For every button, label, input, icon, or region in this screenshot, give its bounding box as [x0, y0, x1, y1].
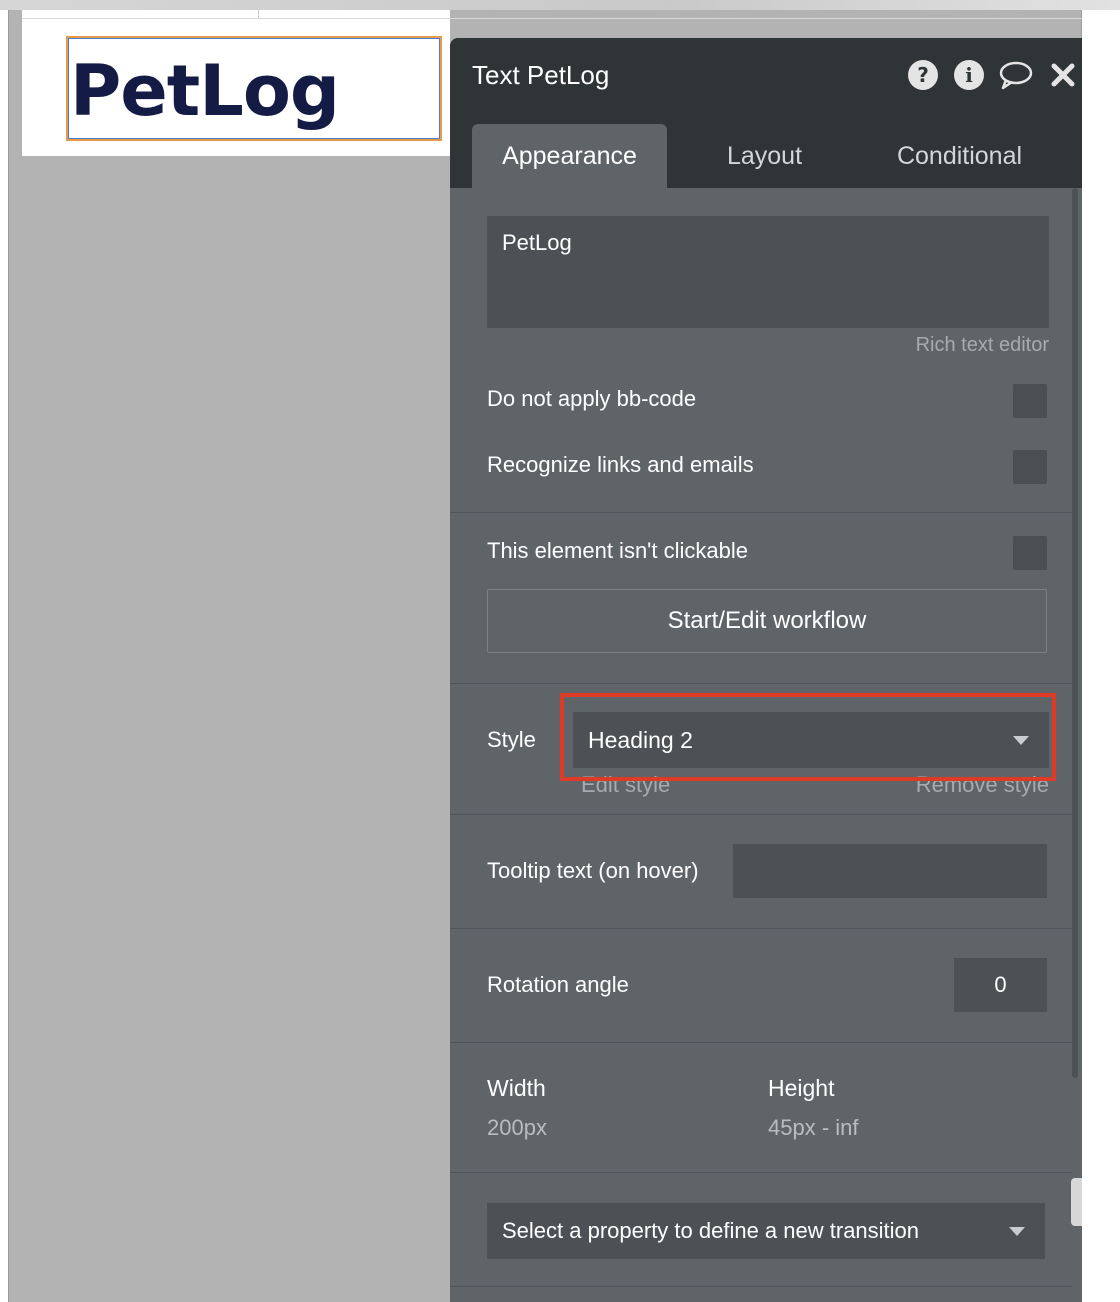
tooltip-input[interactable] — [733, 844, 1047, 898]
divider — [450, 1286, 1072, 1287]
tab-layout[interactable]: Layout — [672, 124, 857, 188]
tab-conditional[interactable]: Conditional — [862, 124, 1057, 188]
panel-title: Text PetLog — [472, 60, 610, 90]
links-emails-label: Recognize links and emails — [487, 452, 754, 477]
rotation-label: Rotation angle — [487, 972, 629, 997]
info-icon[interactable]: i — [954, 60, 984, 90]
divider — [450, 512, 1072, 513]
start-edit-workflow-button[interactable]: Start/Edit workflow — [487, 589, 1047, 653]
tab-appearance[interactable]: Appearance — [472, 124, 667, 188]
not-clickable-checkbox[interactable] — [1013, 536, 1047, 570]
comment-icon[interactable] — [998, 60, 1034, 90]
divider — [450, 1172, 1072, 1173]
divider — [450, 683, 1072, 684]
links-emails-checkbox[interactable] — [1013, 450, 1047, 484]
style-label: Style — [487, 727, 536, 752]
close-icon[interactable] — [1048, 60, 1078, 90]
bb-code-label: Do not apply bb-code — [487, 386, 697, 411]
rich-text-editor-link[interactable]: Rich text editor — [916, 334, 1049, 357]
panel-header: Text PetLog ? i — [450, 38, 1082, 112]
height-value: 45px - inf — [768, 1115, 859, 1140]
scroll-handle[interactable] — [1071, 1178, 1082, 1226]
top-strip — [0, 0, 1120, 10]
style-highlight-box — [560, 693, 1056, 781]
transition-placeholder: Select a property to define a new transi… — [502, 1218, 920, 1243]
transition-dropdown[interactable]: Select a property to define a new transi… — [487, 1203, 1045, 1259]
tabs-bar: Appearance Layout Conditional — [450, 112, 1082, 188]
height-label: Height — [768, 1075, 835, 1101]
help-icon[interactable]: ? — [908, 60, 938, 90]
width-value: 200px — [487, 1115, 547, 1140]
ruler-line — [22, 18, 1082, 19]
property-editor-panel: Text PetLog ? i Appearance Layout Condit… — [450, 38, 1082, 1302]
panel-scrollbar[interactable] — [1072, 188, 1078, 1078]
bb-code-checkbox[interactable] — [1013, 384, 1047, 418]
divider — [450, 814, 1072, 815]
tooltip-label: Tooltip text (on hover) — [487, 858, 699, 883]
petlog-heading-text: PetLog — [70, 50, 340, 132]
divider — [450, 1042, 1072, 1043]
selected-text-element[interactable]: PetLog — [66, 36, 442, 141]
chevron-down-icon — [1009, 1227, 1025, 1236]
not-clickable-label: This element isn't clickable — [487, 538, 748, 563]
text-content-field[interactable]: PetLog — [487, 216, 1049, 328]
rotation-angle-input[interactable]: 0 — [954, 958, 1047, 1012]
divider — [450, 928, 1072, 929]
width-label: Width — [487, 1075, 546, 1101]
